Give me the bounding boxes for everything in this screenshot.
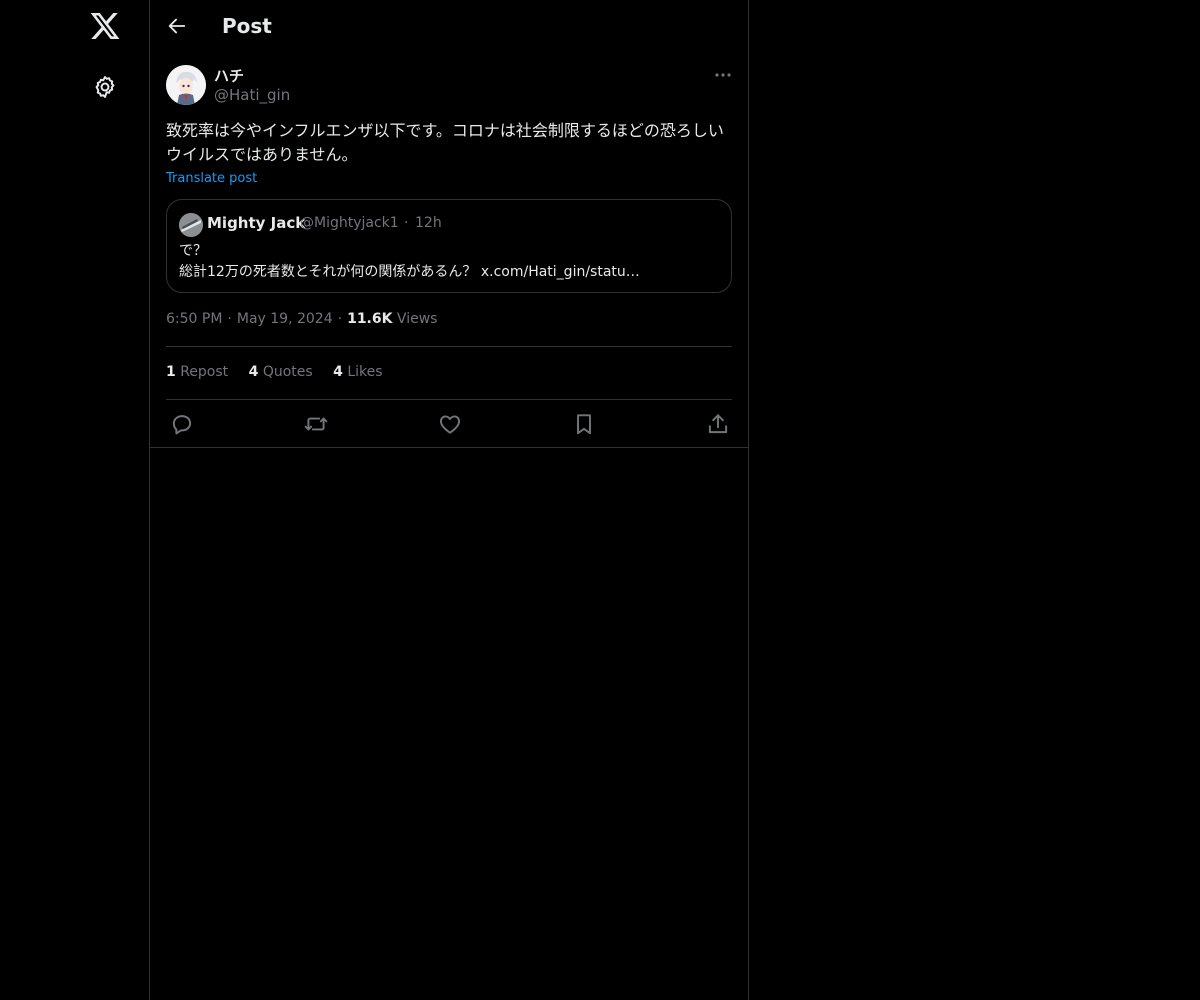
reposts-stat[interactable]: 1 Repost [166,364,228,380]
views-count: 11.6K [347,311,393,327]
reply-icon[interactable] [169,411,195,437]
reposts-label: Repost [180,364,229,380]
translate-post-link[interactable]: Translate post [166,171,257,186]
main-column: Post ハチ @Hati_gin 致死率は今やインフルエンザ以下です。コロナは… [149,0,749,1000]
engagement-stats: 1 Repost 4 Quotes 4 Likes [166,364,399,380]
divider [166,399,732,400]
more-dots-icon[interactable] [710,64,736,86]
likes-count: 4 [333,364,343,380]
quoted-time: 12h [415,215,442,231]
author-handle[interactable]: @Hati_gin [214,86,290,104]
post-time[interactable]: 6:50 PM [166,311,222,327]
likes-label: Likes [347,364,383,380]
post-date[interactable]: May 19, 2024 [237,311,333,327]
views-label: Views [396,311,438,327]
meta-separator: · [337,311,343,327]
likes-stat[interactable]: 4 Likes [333,364,382,380]
quoted-avatar [179,213,203,237]
quoted-text-line: で？ [179,243,207,259]
share-icon[interactable] [705,411,731,437]
post-text: 致死率は今やインフルエンザ以下です。コロナは社会制限するほどの恐ろしいウイルスで… [166,121,724,164]
avatar[interactable] [166,65,206,105]
left-rail [0,0,150,1000]
quotes-stat[interactable]: 4 Quotes [249,364,313,380]
divider [166,346,732,347]
divider [150,447,748,448]
back-arrow-icon[interactable] [166,15,188,37]
action-bar [150,408,748,440]
reposts-count: 1 [166,364,176,380]
gear-icon[interactable] [92,74,118,100]
quoted-author-handle: @Mightyjack1 [300,215,399,231]
post-meta: 6:50 PM · May 19, 2024 · 11.6K Views [166,311,437,327]
heart-icon[interactable] [437,411,463,437]
quotes-label: Quotes [262,364,313,380]
meta-separator: · [227,311,232,327]
quoted-author-name: Mighty Jack [207,214,306,232]
quoted-text-line: 総計12万の死者数とそれが何の関係があるん？ x.com/Hati_gin/st… [179,264,640,280]
bookmark-icon[interactable] [571,411,597,437]
page-title: Post [222,14,272,38]
repost-icon[interactable] [303,411,329,437]
quoted-separator: · [404,215,409,231]
quotes-count: 4 [248,364,259,380]
x-logo-icon[interactable] [89,10,121,42]
quoted-post[interactable]: Mighty Jack @Mightyjack1 · 12h で？ 総計12万の… [166,199,732,293]
page-header: Post [150,0,748,53]
author-name[interactable]: ハチ [214,65,244,86]
